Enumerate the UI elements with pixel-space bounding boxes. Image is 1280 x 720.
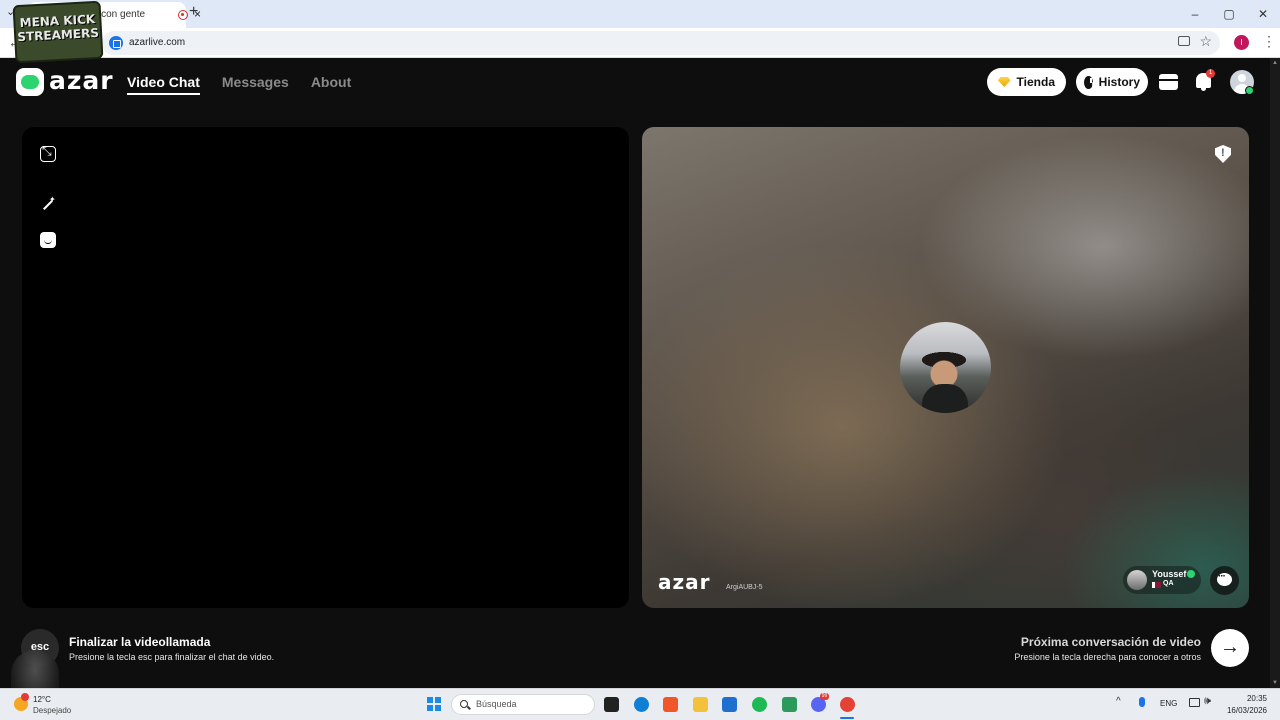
- tray-overflow-button[interactable]: ^: [1116, 696, 1121, 707]
- main-nav: Video Chat Messages About: [127, 74, 351, 95]
- nav-about[interactable]: About: [311, 74, 351, 95]
- next-chat-description: Presione la tecla derecha para conocer a…: [1014, 652, 1201, 662]
- bookmark-star-icon[interactable]: ☆: [1199, 33, 1212, 50]
- azar-watermark: azar: [658, 570, 711, 594]
- active-app-indicator: [840, 717, 854, 719]
- microsoft-store-icon[interactable]: [722, 697, 737, 712]
- magic-wand-icon[interactable]: [40, 195, 56, 213]
- spotify-icon[interactable]: [752, 697, 767, 712]
- url-text[interactable]: azarlive.com: [129, 37, 185, 48]
- chrome-icon[interactable]: [840, 697, 855, 712]
- partner-info-chip[interactable]: Youssef QA: [1123, 566, 1201, 594]
- edge-icon[interactable]: [634, 697, 649, 712]
- site-info-icon[interactable]: [109, 36, 123, 50]
- partner-country: QA: [1163, 580, 1174, 587]
- restore-button[interactable]: ▢: [1212, 0, 1246, 28]
- address-bar-row: ← azarlive.com ☆: [0, 28, 1280, 58]
- omnibox[interactable]: azarlive.com ☆: [102, 31, 1220, 55]
- next-chat-button[interactable]: →: [1211, 629, 1249, 667]
- notification-badge: 1: [1206, 69, 1215, 78]
- weather-alert-badge: [21, 693, 29, 701]
- end-call-title: Finalizar la videollamada: [69, 635, 211, 649]
- browser-menu-icon[interactable]: ⋮: [1262, 33, 1276, 50]
- expand-icon[interactable]: [40, 144, 56, 162]
- online-status-dot: [1245, 86, 1254, 95]
- gem-icon: [998, 77, 1011, 87]
- remote-video-panel: azar ArgiAUBJ-5 Youssef QA: [642, 127, 1249, 608]
- volume-icon[interactable]: 🕪: [1204, 695, 1211, 708]
- session-code: ArgiAUBJ-5: [726, 584, 763, 591]
- android-app-icon[interactable]: [782, 697, 797, 712]
- clock-icon: [1084, 75, 1093, 89]
- close-window-button[interactable]: ✕: [1246, 0, 1280, 28]
- partner-profile-photo: [900, 322, 991, 413]
- windows-start-icon[interactable]: [427, 697, 441, 711]
- chat-bubble-button[interactable]: [1210, 566, 1239, 595]
- window-controls: – ▢ ✕: [1178, 0, 1280, 28]
- history-label: History: [1098, 75, 1140, 89]
- qatar-flag-icon: [1152, 582, 1161, 588]
- discord-badge: 99: [820, 693, 829, 700]
- install-app-icon[interactable]: [1178, 36, 1190, 46]
- end-call-description: Presione la tecla esc para finalizar el …: [69, 652, 275, 662]
- search-placeholder: Búsqueda: [476, 699, 517, 709]
- history-button[interactable]: History: [1076, 68, 1148, 96]
- minimize-button[interactable]: –: [1178, 0, 1212, 28]
- brave-icon[interactable]: [663, 697, 678, 712]
- network-monitor-icon[interactable]: [1189, 698, 1200, 707]
- clock-date[interactable]: 16/03/2026: [1227, 706, 1267, 715]
- nav-messages[interactable]: Messages: [222, 74, 289, 95]
- weather-description[interactable]: Despejado: [33, 706, 71, 715]
- tienda-button[interactable]: Tienda: [987, 68, 1066, 96]
- taskbar-search-box[interactable]: Búsqueda: [451, 694, 595, 715]
- local-video-panel: [22, 127, 629, 608]
- task-view-icon[interactable]: [604, 697, 619, 712]
- overlay-logo-line: STREAMERS: [17, 25, 100, 45]
- recording-icon: [178, 10, 188, 20]
- windows-taskbar: 12°C Despejado Búsqueda 99 ^ ENG 🕪 20:35…: [0, 688, 1280, 720]
- streamer-overlay-logo: MENA KICK STREAMERS: [12, 0, 104, 64]
- azar-app: azar Video Chat Messages About Tienda Hi…: [0, 58, 1280, 688]
- search-icon: [460, 700, 468, 708]
- microphone-icon[interactable]: [1139, 697, 1145, 707]
- nav-video-chat[interactable]: Video Chat: [127, 74, 200, 95]
- partner-name: Youssef: [1152, 569, 1187, 579]
- report-shield-icon[interactable]: [1215, 145, 1231, 163]
- file-explorer-icon[interactable]: [693, 697, 708, 712]
- sticker-icon[interactable]: [40, 232, 56, 248]
- azar-logo-icon[interactable]: [16, 68, 44, 96]
- shop-icon[interactable]: [1159, 74, 1178, 90]
- partner-avatar: [1127, 570, 1147, 590]
- weather-temperature[interactable]: 12°C: [33, 695, 51, 704]
- tienda-label: Tienda: [1016, 75, 1055, 89]
- verified-icon: [1187, 570, 1195, 578]
- azar-logo-text[interactable]: azar: [49, 66, 114, 95]
- page-scrollbar[interactable]: [1270, 58, 1280, 688]
- browser-profile-avatar[interactable]: I: [1234, 35, 1249, 50]
- input-language[interactable]: ENG: [1160, 699, 1177, 708]
- browser-tab-bar: ⌄ at con gente × + – ▢ ✕: [0, 0, 1280, 28]
- next-chat-title: Próxima conversación de video: [1020, 635, 1201, 649]
- clock-time[interactable]: 20:35: [1247, 694, 1267, 703]
- new-tab-button[interactable]: +: [189, 3, 198, 21]
